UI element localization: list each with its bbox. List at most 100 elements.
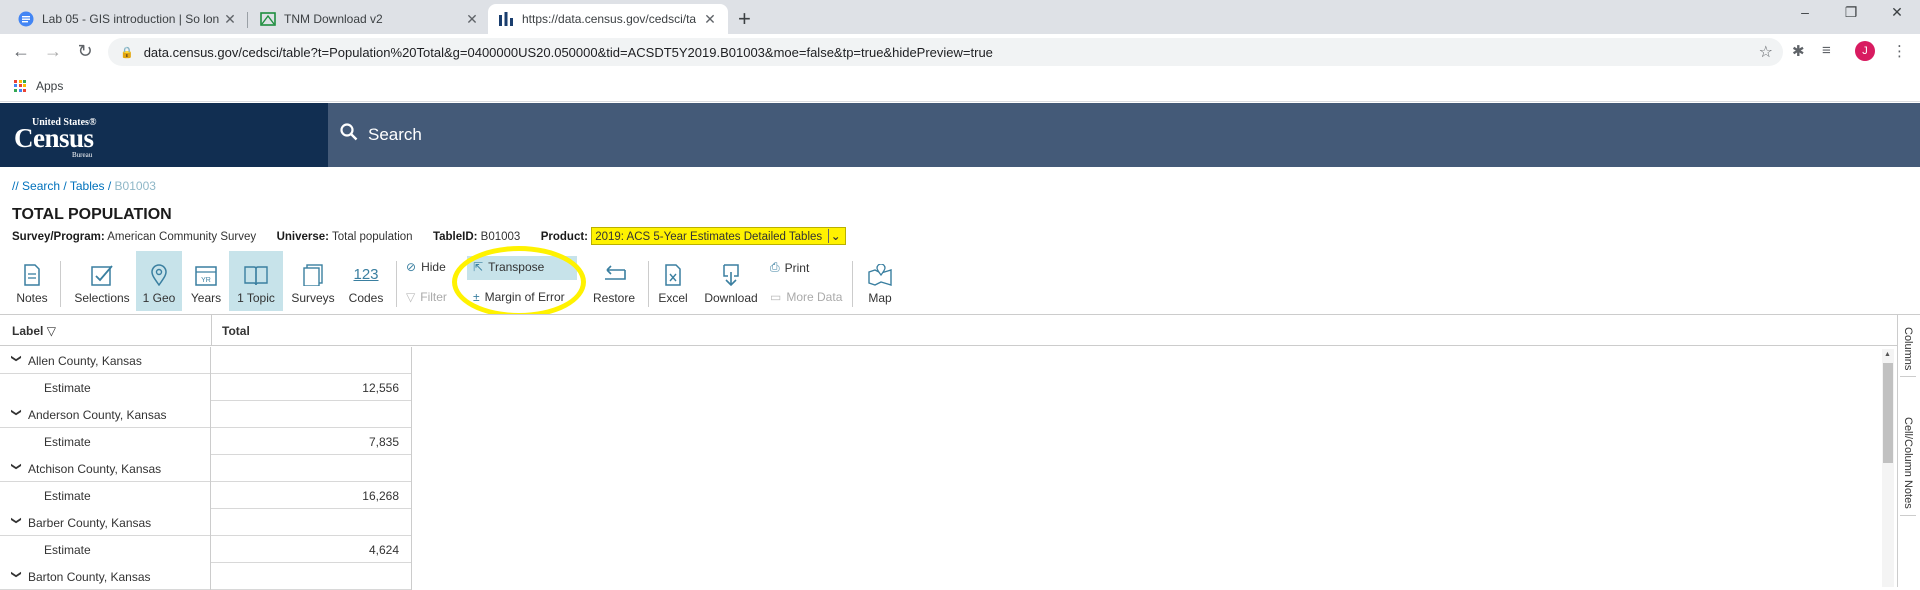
browser-tab-lab05[interactable]: Lab 05 - GIS introduction | So lon ✕ (8, 4, 248, 34)
apps-bookmark[interactable]: Apps (36, 79, 63, 93)
toolbar-divider (648, 261, 649, 307)
restore-button[interactable]: Restore (588, 251, 640, 311)
bookmark-star-icon[interactable]: ☆ (1759, 42, 1773, 62)
data-grid: Label ▽ Total ❯ Allen County, Kansas Estim… (0, 314, 1920, 590)
total-value-cell[interactable] (212, 509, 412, 536)
years-label: Years (190, 291, 222, 305)
bookmarks-bar: Apps (0, 70, 1920, 102)
row-label-cell: ❯ Atchison County, Kansas (0, 455, 211, 482)
selections-button[interactable]: Selections (70, 251, 134, 311)
notes-icon (23, 263, 41, 287)
breadcrumb-search-link[interactable]: Search (22, 179, 60, 193)
bar-chart-icon (498, 11, 514, 27)
total-value-cell[interactable] (212, 455, 412, 482)
svg-text:YR: YR (201, 277, 211, 284)
label-column-header[interactable]: Label ▽ (12, 324, 56, 338)
expand-chevron-icon[interactable]: ❯ (11, 462, 22, 470)
printer-icon: ⎙ (770, 260, 780, 274)
topic-button[interactable]: 1 Topic (229, 251, 283, 311)
extensions-icon[interactable]: ✱ (1792, 42, 1805, 60)
yellow-annotation-circle (452, 246, 586, 318)
browser-tab-census[interactable]: https://data.census.gov/cedsci/ta ✕ (488, 4, 728, 34)
browser-toolbar: ← → ↻ 🔒 data.census.gov/cedsci/table?t=P… (0, 34, 1920, 70)
vertical-scrollbar[interactable]: ▲ (1882, 349, 1894, 587)
product-select[interactable]: 2019: ACS 5-Year Estimates Detailed Tabl… (591, 227, 847, 245)
side-panel: Columns Cell/Column Notes (1897, 315, 1920, 587)
estimate-row[interactable]: Estimate 4,624 (0, 536, 412, 563)
cell-notes-side-tab[interactable]: Cell/Column Notes (1900, 411, 1916, 516)
notes-button[interactable]: Notes (10, 251, 54, 311)
county-row[interactable]: ❯ Anderson County, Kansas (0, 401, 412, 428)
close-tab-icon[interactable]: ✕ (222, 11, 238, 28)
download-label: Download (704, 291, 758, 305)
years-button[interactable]: YR Years (186, 251, 226, 311)
reload-icon[interactable]: ↻ (74, 41, 96, 62)
census-search-button[interactable]: Search (340, 123, 422, 146)
docs-icon (18, 11, 34, 27)
chevron-down-icon[interactable]: ⌄ (828, 229, 842, 243)
close-window-button[interactable]: ✕ (1874, 4, 1920, 21)
row-label-cell: ❯ Barber County, Kansas (0, 509, 211, 536)
minimize-button[interactable]: – (1782, 4, 1828, 20)
logo-main-text: Census (14, 123, 94, 153)
county-row[interactable]: ❯ Atchison County, Kansas (0, 455, 412, 482)
census-logo[interactable]: United States® Census Bureau (0, 103, 328, 167)
breadcrumb-prefix: // (12, 179, 23, 193)
reading-list-icon[interactable]: ≡ (1822, 42, 1831, 59)
forward-icon[interactable]: → (42, 41, 64, 62)
total-value-cell[interactable]: 4,624 (212, 536, 412, 563)
scroll-up-arrow-icon[interactable]: ▲ (1884, 351, 1891, 358)
county-row[interactable]: ❯ Allen County, Kansas (0, 347, 412, 374)
more-data-button[interactable]: ▭ More Data (770, 290, 842, 304)
hide-label: Hide (421, 260, 446, 274)
menu-kebab-icon[interactable]: ⋮ (1892, 42, 1907, 60)
estimate-row[interactable]: Estimate 12,556 (0, 374, 412, 401)
filter-icon: ▽ (406, 290, 416, 304)
location-pin-icon (150, 263, 168, 287)
filter-button[interactable]: ▽ Filter (406, 290, 447, 304)
close-tab-icon[interactable]: ✕ (702, 11, 718, 28)
row-label-text: Estimate (44, 489, 91, 503)
toolbar-divider (60, 261, 61, 307)
total-value-cell[interactable] (212, 347, 412, 374)
restore-button[interactable]: ❐ (1828, 4, 1874, 21)
filter-icon[interactable]: ▽ (47, 324, 56, 338)
breadcrumb-tables-link[interactable]: Tables (70, 179, 105, 193)
avatar[interactable]: J (1855, 41, 1875, 61)
hide-button[interactable]: ⊘ Hide (406, 260, 446, 274)
total-value-cell[interactable] (212, 401, 412, 428)
total-value-cell[interactable]: 12,556 (212, 374, 412, 401)
browser-tab-tnm[interactable]: TNM Download v2 ✕ (250, 4, 490, 34)
total-value-cell[interactable]: 7,835 (212, 428, 412, 455)
url-text: data.census.gov/cedsci/table?t=Populatio… (143, 44, 993, 60)
row-label-text: Estimate (44, 543, 91, 557)
expand-chevron-icon[interactable]: ❯ (11, 570, 22, 578)
geo-button[interactable]: 1 Geo (136, 251, 182, 311)
back-icon[interactable]: ← (10, 41, 32, 62)
breadcrumb-separator: / (104, 179, 115, 193)
excel-button[interactable]: Excel (654, 251, 692, 311)
expand-chevron-icon[interactable]: ❯ (11, 516, 22, 524)
total-column-header[interactable]: Total (222, 324, 250, 338)
estimate-row[interactable]: Estimate 7,835 (0, 428, 412, 455)
tab-title: https://data.census.gov/cedsci/ta (522, 12, 697, 26)
print-button[interactable]: ⎙ Print (770, 260, 809, 275)
download-button[interactable]: Download (700, 251, 762, 311)
columns-side-tab[interactable]: Columns (1900, 321, 1916, 378)
address-bar[interactable]: 🔒 data.census.gov/cedsci/table?t=Populat… (108, 38, 1783, 66)
expand-chevron-icon[interactable]: ❯ (11, 354, 22, 362)
scrollbar-thumb[interactable] (1883, 363, 1893, 463)
search-icon (340, 123, 358, 146)
codes-icon: 123 (353, 266, 379, 283)
row-label-text: Barton County, Kansas (28, 570, 151, 584)
county-row[interactable]: ❯ Barber County, Kansas (0, 509, 412, 536)
estimate-row[interactable]: Estimate 16,268 (0, 482, 412, 509)
total-value-cell[interactable]: 16,268 (212, 482, 412, 509)
new-tab-button[interactable]: + (738, 6, 751, 32)
expand-chevron-icon[interactable]: ❯ (11, 408, 22, 416)
map-button[interactable]: Map (860, 251, 900, 311)
row-label-cell: Estimate (0, 536, 211, 563)
surveys-button[interactable]: Surveys (289, 251, 337, 311)
codes-button[interactable]: 123 Codes (343, 251, 389, 311)
close-tab-icon[interactable]: ✕ (464, 11, 480, 28)
